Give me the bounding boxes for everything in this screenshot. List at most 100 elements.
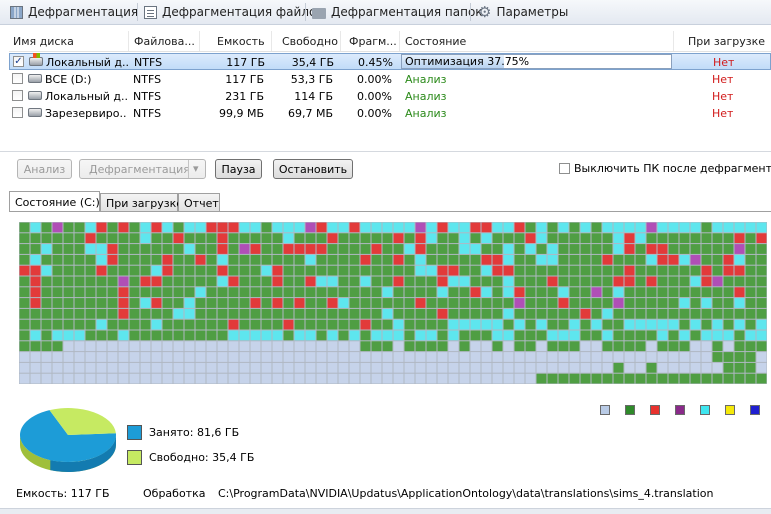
pause-button[interactable]: Пауза	[215, 159, 262, 179]
cluster-block	[558, 319, 569, 330]
disk-name: Зарезервиро...	[45, 107, 127, 120]
cluster-block	[52, 276, 63, 287]
settings-button[interactable]: ⚙ Параметры	[478, 3, 568, 21]
cluster-block	[393, 319, 404, 330]
cluster-block	[404, 330, 415, 341]
disk-row[interactable]: Локальный д... NTFS 231 ГБ 114 ГБ 0.00% …	[9, 88, 771, 105]
disk-row[interactable]: Зарезервиро... NTFS 99,9 МБ 69,7 МБ 0.00…	[9, 105, 771, 122]
cluster-block	[591, 233, 602, 244]
cluster-block	[470, 308, 481, 319]
defrag-files-button[interactable]: Дефрагментация файлов	[144, 3, 323, 21]
cluster-block	[547, 330, 558, 341]
cluster-block	[635, 233, 646, 244]
cluster-block	[657, 265, 668, 276]
cluster-block	[437, 352, 448, 362]
cluster-block	[316, 373, 327, 384]
tab-status[interactable]: Состояние (C:)	[9, 191, 100, 211]
cluster-block	[415, 298, 426, 308]
cluster-block	[690, 276, 701, 287]
disk-checkbox[interactable]: ✓	[13, 56, 24, 67]
cluster-block	[228, 222, 239, 233]
cluster-block	[679, 222, 690, 233]
legend-swatch	[625, 405, 635, 415]
cluster-block	[470, 319, 481, 330]
cluster-block	[162, 287, 173, 298]
disk-checkbox[interactable]	[12, 73, 23, 84]
column-boot[interactable]: При загрузке	[688, 35, 765, 48]
cluster-block	[327, 352, 338, 362]
column-capacity[interactable]: Емкость	[217, 35, 265, 48]
cluster-block	[272, 373, 283, 384]
disk-free: 35,4 ГБ	[291, 56, 334, 69]
tab-boot[interactable]: При загрузке	[100, 193, 183, 211]
column-disk-name[interactable]: Имя диска	[13, 35, 74, 48]
cluster-block	[338, 233, 349, 244]
cluster-block	[41, 319, 52, 330]
cluster-block	[239, 308, 250, 319]
disk-boot: Нет	[712, 73, 734, 86]
cluster-block	[602, 330, 613, 341]
cluster-block	[85, 362, 96, 373]
cluster-block	[316, 341, 327, 352]
cluster-block	[723, 233, 734, 244]
cluster-block	[371, 265, 382, 276]
disk-row[interactable]: ✓ Локальный д... NTFS 117 ГБ 35,4 ГБ 0.4…	[9, 53, 771, 70]
cluster-block	[272, 233, 283, 244]
tab-report[interactable]: Отчет	[178, 193, 220, 211]
analyze-button[interactable]: Анализ	[17, 159, 72, 179]
cluster-block	[558, 233, 569, 244]
disk-checkbox[interactable]	[12, 90, 23, 101]
column-filesystem[interactable]: Файлова...	[134, 35, 195, 48]
cluster-block	[569, 265, 580, 276]
cluster-block	[41, 233, 52, 244]
cluster-block	[63, 244, 74, 254]
cluster-block	[173, 319, 184, 330]
cluster-block	[261, 308, 272, 319]
cluster-block	[536, 373, 547, 384]
stop-button[interactable]: Остановить	[273, 159, 353, 179]
column-free[interactable]: Свободно	[282, 35, 338, 48]
cluster-block	[437, 244, 448, 254]
cluster-block	[217, 362, 228, 373]
cluster-block	[217, 244, 228, 254]
cluster-block	[140, 362, 151, 373]
column-fragmentation[interactable]: Фрагм...	[349, 35, 397, 48]
shutdown-checkbox[interactable]	[559, 163, 570, 174]
cluster-block	[206, 319, 217, 330]
disk-checkbox[interactable]	[12, 107, 23, 118]
cluster-block	[459, 287, 470, 298]
cluster-block	[756, 265, 767, 276]
cluster-block	[536, 319, 547, 330]
cluster-block	[679, 254, 690, 265]
defrag-toolbar-button[interactable]: Дефрагментация	[10, 3, 138, 21]
defrag-button[interactable]: Дефрагментация ▾	[79, 159, 206, 179]
chevron-down-icon[interactable]: ▾	[193, 162, 199, 175]
drive-icon	[28, 108, 42, 117]
cluster-block	[261, 373, 272, 384]
cluster-block	[294, 330, 305, 341]
disk-row[interactable]: ВСЕ (D:) NTFS 117 ГБ 53,3 ГБ 0.00% Анали…	[9, 71, 771, 88]
cluster-block	[184, 308, 195, 319]
cluster-block	[74, 244, 85, 254]
cluster-block	[635, 352, 646, 362]
disk-name: ВСЕ (D:)	[45, 73, 92, 86]
cluster-block	[492, 233, 503, 244]
cluster-block	[745, 308, 756, 319]
cluster-block	[206, 330, 217, 341]
cluster-block	[525, 244, 536, 254]
cluster-block	[591, 298, 602, 308]
cluster-block	[679, 265, 690, 276]
cluster-block	[547, 233, 558, 244]
cluster-block	[382, 254, 393, 265]
cluster-block	[734, 362, 745, 373]
cluster-block	[646, 276, 657, 287]
defrag-folders-button[interactable]: Дефрагментация папок	[312, 3, 483, 21]
cluster-block	[294, 319, 305, 330]
column-status[interactable]: Состояние	[405, 35, 466, 48]
cluster-block	[239, 254, 250, 265]
cluster-block	[679, 287, 690, 298]
cluster-block	[129, 287, 140, 298]
cluster-block	[349, 298, 360, 308]
cluster-block	[657, 233, 668, 244]
cluster-block	[327, 319, 338, 330]
